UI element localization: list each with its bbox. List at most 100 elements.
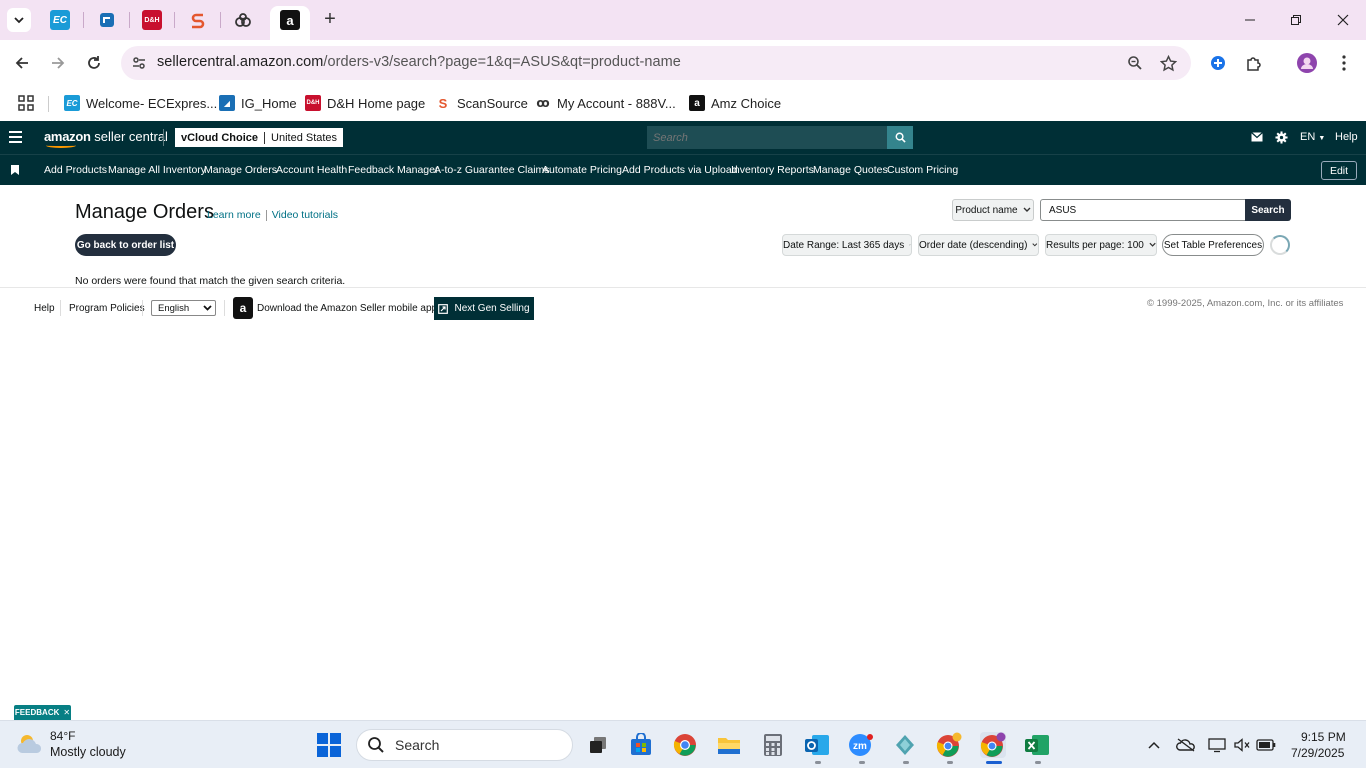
results-per-page-select[interactable]: Results per page: 100: [1045, 234, 1157, 256]
chevron-up-icon[interactable]: [1144, 735, 1164, 755]
nav-account-health[interactable]: Account Health: [276, 164, 347, 176]
order-search-input[interactable]: [1040, 199, 1246, 221]
nav-manage-orders[interactable]: Manage Orders: [204, 164, 277, 176]
extensions-puzzle-icon[interactable]: [1243, 52, 1265, 74]
dh-icon: D&H: [144, 16, 160, 24]
header-search-input[interactable]: [647, 126, 888, 149]
nav-custom-pricing[interactable]: Custom Pricing: [887, 164, 958, 176]
microsoft-store-icon[interactable]: [628, 732, 654, 758]
new-tab-button[interactable]: +: [320, 9, 340, 30]
header-help-link[interactable]: Help: [1335, 131, 1358, 143]
loading-spinner-icon: [1270, 235, 1290, 255]
tab-search-button[interactable]: [7, 8, 31, 32]
site-info-icon[interactable]: [129, 53, 149, 73]
bookmark-ig-home[interactable]: ◢ IG_Home: [219, 92, 297, 114]
zoom-app-icon[interactable]: zm: [848, 732, 874, 758]
amazon-app-icon[interactable]: a: [233, 297, 253, 319]
taskbar-clock-time[interactable]: 9:15 PM: [1301, 730, 1346, 744]
close-icon[interactable]: ✕: [63, 708, 70, 717]
calculator-icon[interactable]: [760, 732, 786, 758]
language-selector[interactable]: EN ▼: [1300, 131, 1325, 143]
speaker-muted-icon[interactable]: [1232, 735, 1252, 755]
feedback-tab[interactable]: FEEDBACK ✕: [14, 705, 71, 720]
download-app-link[interactable]: Download the Amazon Seller mobile app: [257, 303, 437, 314]
weather-description[interactable]: Mostly cloudy: [50, 745, 126, 759]
set-table-preferences-button[interactable]: Set Table Preferences: [1162, 234, 1264, 256]
header-search-button[interactable]: [887, 126, 913, 149]
order-search-button[interactable]: Search: [1245, 199, 1291, 221]
bookmark-star-icon[interactable]: [1158, 53, 1178, 73]
weather-temperature[interactable]: 84°F: [50, 729, 75, 743]
bookmark-scansource[interactable]: S ScanSource: [435, 92, 528, 114]
video-tutorials-link[interactable]: Video tutorials: [272, 209, 338, 221]
battery-icon[interactable]: [1256, 735, 1276, 755]
bookmark-my-account[interactable]: ꝏ My Account - 888V...: [535, 92, 676, 114]
restore-button[interactable]: [1286, 10, 1306, 30]
outlook-icon[interactable]: [804, 732, 830, 758]
next-gen-selling-button[interactable]: Next Gen Selling: [434, 297, 534, 320]
tab-myaccount[interactable]: [233, 10, 253, 30]
task-view-icon[interactable]: [585, 732, 611, 758]
close-window-button[interactable]: [1333, 10, 1353, 30]
chrome-icon[interactable]: [672, 732, 698, 758]
nav-a-to-z-claims[interactable]: A-to-z Guarantee Claims: [434, 164, 550, 176]
seller-central-logo[interactable]: amazon seller central: [44, 129, 168, 148]
bookmark-ecexpress[interactable]: EC Welcome- ECExpres...: [64, 92, 217, 114]
chrome-active-icon[interactable]: [980, 732, 1006, 758]
bookmark-amz-choice[interactable]: a Amz Choice: [689, 92, 781, 114]
browser-menu-icon[interactable]: [1333, 52, 1355, 74]
tab-amazon-active[interactable]: a: [270, 6, 310, 40]
mail-icon[interactable]: [1250, 130, 1264, 144]
file-explorer-icon[interactable]: [716, 732, 742, 758]
forward-button[interactable]: [47, 52, 69, 74]
logo-text: amazon: [44, 129, 91, 144]
back-to-order-list-button[interactable]: Go back to order list: [75, 234, 176, 256]
tab-separator: [129, 12, 130, 28]
footer-language-select[interactable]: English: [151, 300, 216, 316]
taskbar-search-box[interactable]: Search: [356, 729, 573, 761]
hamburger-menu-icon[interactable]: [9, 131, 22, 143]
network-icon[interactable]: [1207, 735, 1227, 755]
nav-inventory-reports[interactable]: Inventory Reports: [731, 164, 814, 176]
nav-edit-button[interactable]: Edit: [1321, 161, 1357, 180]
bookmark-icon[interactable]: [11, 165, 19, 175]
nav-manage-quotes[interactable]: Manage Quotes: [813, 164, 888, 176]
tab-dh[interactable]: D&H: [142, 10, 162, 30]
tab-scansource[interactable]: [188, 10, 208, 30]
tab-ingram[interactable]: [97, 10, 117, 30]
excel-icon[interactable]: [1024, 732, 1050, 758]
taskbar-clock-date[interactable]: 7/29/2025: [1291, 746, 1344, 760]
date-range-select[interactable]: Date Range: Last 365 days: [782, 234, 912, 256]
url-text[interactable]: sellercentral.amazon.com/orders-v3/searc…: [157, 54, 681, 70]
learn-more-link[interactable]: Learn more: [207, 209, 261, 221]
address-bar[interactable]: sellercentral.amazon.com/orders-v3/searc…: [121, 46, 1191, 80]
minimize-button[interactable]: [1240, 10, 1260, 30]
footer-help-link[interactable]: Help: [34, 303, 55, 314]
nav-add-products-upload[interactable]: Add Products via Upload: [622, 164, 738, 176]
account-switcher[interactable]: vCloud Choice United States: [175, 128, 344, 147]
nav-automate-pricing[interactable]: Automate Pricing: [542, 164, 622, 176]
apps-grid-icon[interactable]: [17, 92, 35, 114]
tab-ecexpress[interactable]: EC: [50, 10, 70, 30]
sort-order-select[interactable]: Order date (descending): [918, 234, 1039, 256]
nav-add-products[interactable]: Add Products: [44, 164, 107, 176]
chrome-profile-icon[interactable]: [936, 732, 962, 758]
zoom-icon[interactable]: [1125, 53, 1145, 73]
reload-button[interactable]: [83, 52, 105, 74]
settings-gear-icon[interactable]: [1274, 130, 1288, 144]
footer-program-policies-link[interactable]: Program Policies: [69, 303, 145, 314]
cloudy-weather-icon[interactable]: [16, 731, 44, 757]
search-type-select[interactable]: Product name: [952, 199, 1034, 221]
vpn-app-icon[interactable]: [892, 732, 918, 758]
nav-feedback-manager[interactable]: Feedback Manager: [348, 164, 438, 176]
back-button[interactable]: [11, 52, 33, 74]
chevron-down-icon: [1023, 207, 1031, 212]
bookmarks-bar: EC Welcome- ECExpres... ◢ IG_Home D&H D&…: [0, 86, 1366, 120]
windows-start-icon[interactable]: [317, 733, 341, 757]
profile-avatar[interactable]: [1296, 52, 1318, 74]
extension-icon[interactable]: [1207, 52, 1229, 74]
onedrive-offline-icon[interactable]: [1176, 735, 1196, 755]
arrow-right-icon: [52, 57, 65, 69]
nav-manage-all-inventory[interactable]: Manage All Inventory: [108, 164, 206, 176]
bookmark-dh-home[interactable]: D&H D&H Home page: [305, 92, 425, 114]
